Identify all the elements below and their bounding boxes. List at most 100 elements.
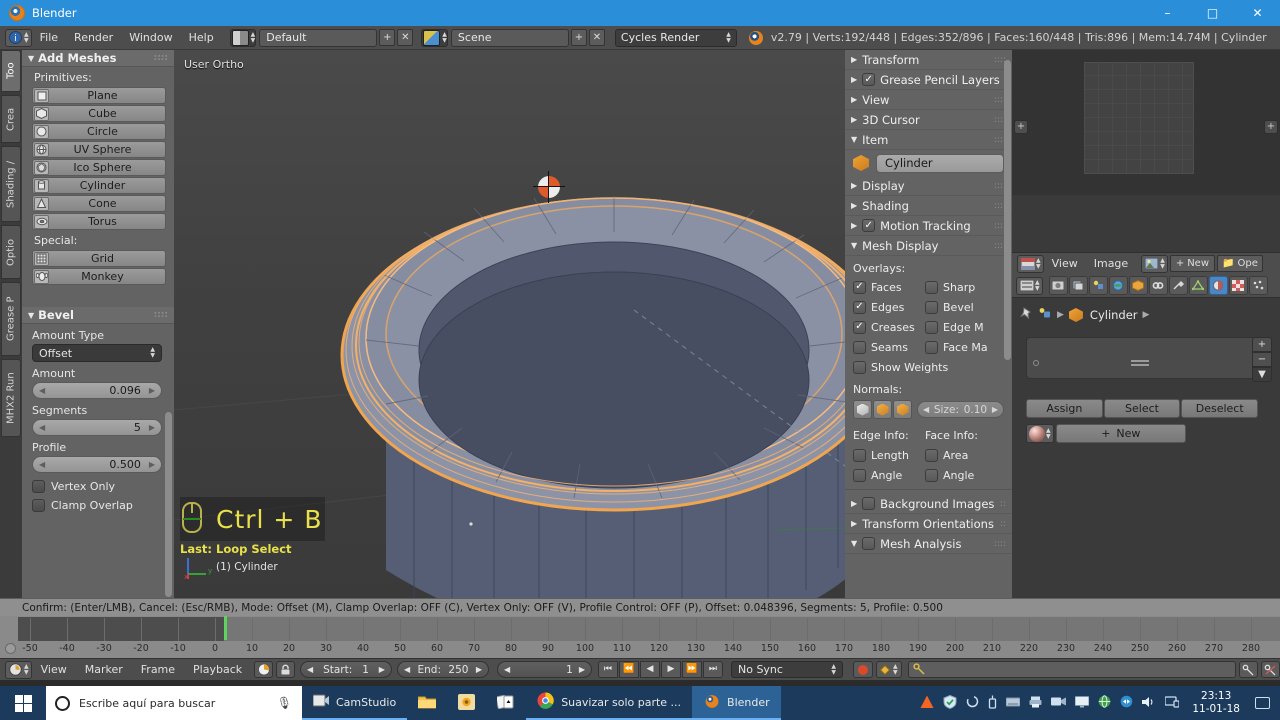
- face-area-checkbox[interactable]: [925, 448, 938, 462]
- volume-icon[interactable]: [1142, 696, 1156, 711]
- grease-pencil-layers-checkbox[interactable]: ✓: [862, 73, 876, 86]
- close-button[interactable]: ✕: [1235, 0, 1280, 26]
- defender-icon[interactable]: [943, 694, 957, 712]
- npanel-section-transform-orientations[interactable]: ▶ Transform Orientations ::: [845, 514, 1012, 534]
- uv-image-editor-canvas[interactable]: + +: [1012, 50, 1280, 195]
- teamviewer-icon[interactable]: [1120, 695, 1133, 711]
- camera-icon[interactable]: [1051, 696, 1067, 710]
- overlay-creases-checkbox[interactable]: ✓: [853, 320, 866, 334]
- npanel-section-motion-tracking[interactable]: ▶ ✓ Motion Tracking ::::: [845, 216, 1012, 236]
- add-screen-layout-button[interactable]: +: [379, 29, 396, 46]
- render-engine-selector[interactable]: Cycles Render ▲ ▼: [614, 28, 737, 47]
- keyframe-type-selector[interactable]: ▲ ▼: [875, 661, 902, 678]
- scene-crumb-icon[interactable]: [1038, 307, 1052, 323]
- timeline-track[interactable]: [18, 617, 1280, 642]
- timeline-menu-playback[interactable]: Playback: [184, 663, 251, 676]
- maximize-button[interactable]: □: [1190, 0, 1235, 26]
- timeline-editor[interactable]: -50 -40 -30 -20 -10 0 10 20 30 40 50 60 70 80 90 100 110…: [0, 616, 1280, 658]
- tab-particles-icon[interactable]: [1248, 276, 1268, 295]
- overlay-seams-row[interactable]: Seams: [853, 337, 925, 357]
- delete-scene-button[interactable]: ✕: [588, 29, 605, 46]
- edge-angle-row[interactable]: Angle: [853, 465, 925, 485]
- breadcrumb-object-name[interactable]: Cylinder: [1090, 308, 1138, 322]
- taskbar-item-blender[interactable]: Blender: [692, 686, 781, 720]
- vertex-only-row[interactable]: Vertex Only: [22, 477, 174, 496]
- screen-layout-name[interactable]: Default: [259, 28, 378, 47]
- editor-type-selector[interactable]: i ▲ ▼: [5, 28, 32, 47]
- show-weights-row[interactable]: Show Weights: [845, 357, 1012, 377]
- overlay-creases-row[interactable]: ✓ Creases: [853, 317, 925, 337]
- overlay-sharp-row[interactable]: Sharp: [925, 277, 1012, 297]
- select-button[interactable]: Select: [1103, 399, 1181, 418]
- next-keyframe-icon[interactable]: ⏩: [681, 661, 702, 678]
- lock-icon[interactable]: [276, 661, 295, 678]
- remove-keying-set-icon[interactable]: [1261, 661, 1280, 678]
- sync-icon[interactable]: [966, 695, 979, 711]
- auto-keyframe-icon[interactable]: [254, 661, 274, 678]
- keying-set-field[interactable]: [907, 661, 1237, 678]
- scene-selector[interactable]: ▲ ▼: [421, 28, 448, 47]
- add-cube-button[interactable]: Cube: [32, 105, 166, 122]
- taskbar-item-solitaire[interactable]: [486, 686, 526, 720]
- add-uv-sphere-button[interactable]: UV Sphere: [32, 141, 166, 158]
- edge-length-checkbox[interactable]: [853, 448, 866, 462]
- npanel-section-3d-cursor[interactable]: ▶ 3D Cursor ::::: [845, 110, 1012, 130]
- tool-panel-scrollbar[interactable]: [165, 412, 172, 597]
- sidebar-item-mhx2-runtime[interactable]: MHX2 Run: [1, 359, 21, 437]
- add-cone-button[interactable]: Cone: [32, 195, 166, 212]
- pin-icon[interactable]: [1020, 307, 1033, 323]
- amount-type-dropdown[interactable]: Offset ▲ ▼: [32, 344, 162, 362]
- tab-texture-icon[interactable]: [1228, 276, 1248, 295]
- profile-slider[interactable]: ◀ 0.500 ▶: [32, 456, 162, 473]
- avast-icon[interactable]: [920, 695, 934, 712]
- npanel-section-background-images[interactable]: ▶ Background Images ::: [845, 494, 1012, 514]
- add-material-slot-button[interactable]: +: [1252, 337, 1272, 352]
- tab-world-icon[interactable]: [1108, 276, 1128, 295]
- add-monkey-button[interactable]: Monkey: [32, 268, 166, 285]
- add-plane-button[interactable]: Plane: [32, 87, 166, 104]
- taskbar-clock[interactable]: 23:13 11-01-18: [1192, 690, 1240, 716]
- add-ico-sphere-button[interactable]: Ico Sphere: [32, 159, 166, 176]
- image-datablock-selector[interactable]: ▲ ▼: [1141, 254, 1168, 273]
- current-frame-field[interactable]: ◀ 1 ▶: [496, 661, 592, 678]
- split-normals-toggle-icon[interactable]: [873, 400, 892, 419]
- npanel-section-view[interactable]: ▶ View ::::: [845, 90, 1012, 110]
- npanel-section-mesh-display[interactable]: ▼ Mesh Display ::::: [845, 236, 1012, 256]
- npanel-section-shading[interactable]: ▶ Shading ::::: [845, 196, 1012, 216]
- face-normals-toggle-icon[interactable]: [893, 400, 912, 419]
- overlay-bevel-row[interactable]: Bevel: [925, 297, 1012, 317]
- printer-icon[interactable]: [1029, 696, 1042, 711]
- deselect-button[interactable]: Deselect: [1181, 399, 1259, 418]
- overlay-faces-checkbox[interactable]: ✓: [853, 280, 866, 294]
- menu-window[interactable]: Window: [121, 28, 180, 47]
- edge-angle-checkbox[interactable]: [853, 468, 866, 482]
- npanel-section-transform[interactable]: ▶ Transform ::::: [845, 50, 1012, 70]
- overlay-faces-row[interactable]: ✓ Faces: [853, 277, 925, 297]
- timeline-menu-marker[interactable]: Marker: [76, 663, 132, 676]
- add-keying-set-icon[interactable]: [1239, 661, 1259, 678]
- network-icon[interactable]: [1098, 695, 1111, 711]
- segments-slider[interactable]: ◀ 5 ▶: [32, 419, 162, 436]
- usb-icon[interactable]: [988, 695, 997, 712]
- record-icon[interactable]: [852, 661, 873, 678]
- new-material-button[interactable]: + New: [1055, 424, 1186, 443]
- scene-name[interactable]: Scene: [450, 28, 569, 47]
- face-angle-checkbox[interactable]: [925, 468, 938, 482]
- material-slot-list[interactable]: [1026, 337, 1258, 379]
- image-editor-menu-view[interactable]: View: [1044, 254, 1086, 273]
- timeline-menu-view[interactable]: View: [32, 663, 76, 676]
- menu-render[interactable]: Render: [66, 28, 121, 47]
- timeline-menu-frame[interactable]: Frame: [132, 663, 184, 676]
- material-browse-selector[interactable]: ▲ ▼: [1026, 424, 1054, 443]
- play-icon[interactable]: ▶: [660, 661, 681, 678]
- overlay-face-marks-checkbox[interactable]: [925, 340, 938, 354]
- sidebar-item-shading[interactable]: Shading /: [1, 146, 21, 222]
- npanel-section-display[interactable]: ▶ Display ::::: [845, 176, 1012, 196]
- face-area-row[interactable]: Area: [925, 445, 1012, 465]
- overlay-edge-marks-checkbox[interactable]: [925, 320, 938, 334]
- taskbar-item-photos[interactable]: [447, 686, 486, 720]
- prev-keyframe-icon[interactable]: ⏪: [618, 661, 639, 678]
- jump-start-icon[interactable]: ⏮: [597, 661, 618, 678]
- overlay-edges-row[interactable]: ✓ Edges: [853, 297, 925, 317]
- display-settings-icon[interactable]: [1164, 695, 1180, 711]
